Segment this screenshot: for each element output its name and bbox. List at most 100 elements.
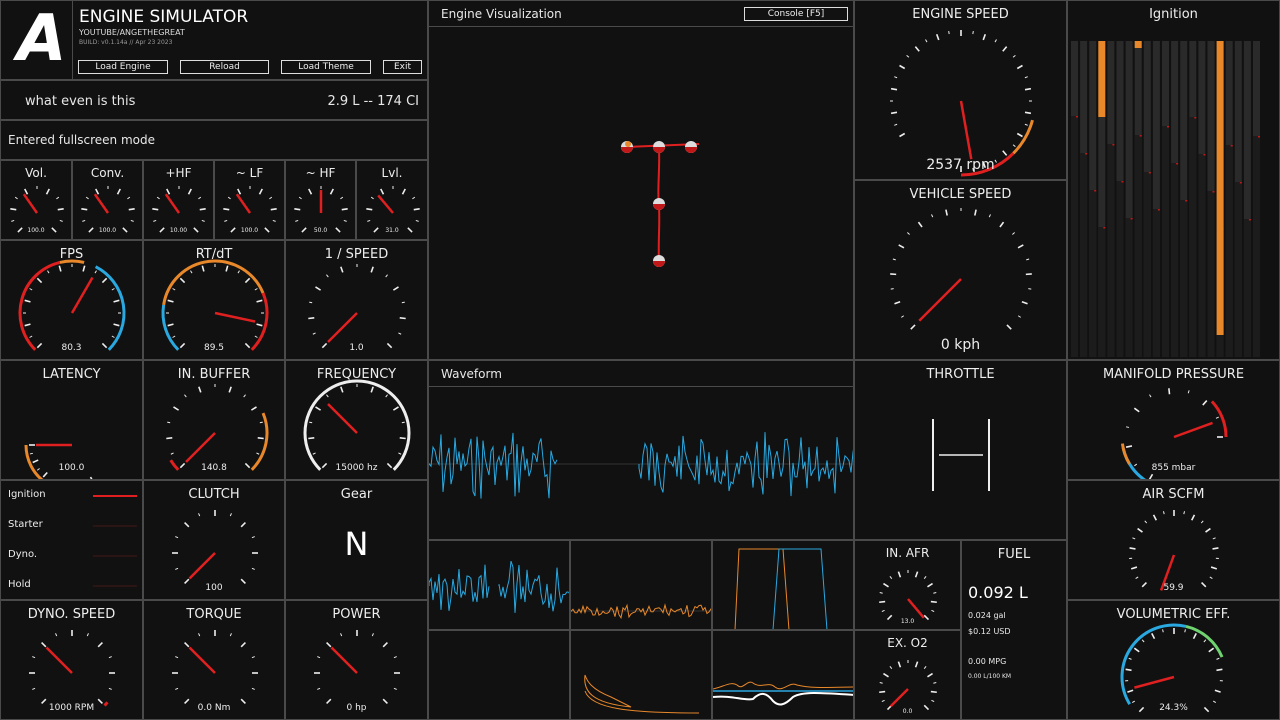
gear-panel: Gear N <box>285 480 428 600</box>
gauge-tick <box>184 522 190 528</box>
gauge-value: 89.5 <box>203 343 225 353</box>
audio-gauge-hf[interactable]: ~ HF 50.0 <box>285 160 356 240</box>
load-engine-button[interactable]: Load Engine <box>78 60 168 74</box>
gauge-dial <box>879 660 937 711</box>
gauge-tick <box>901 315 905 318</box>
gauge-value: 855 mbar <box>1151 463 1196 473</box>
speed-ratio-gauge-panel: 1 / SPEED 1.0 <box>285 240 428 360</box>
reload-button[interactable]: Reload <box>180 60 269 74</box>
gauge-tick <box>308 437 315 440</box>
ignition-spark-mark <box>1239 182 1242 184</box>
engine-visualization-panel[interactable]: Engine Visualization Console [F5] <box>428 0 854 360</box>
latency-gauge-panel: LATENCY 100.0 <box>0 360 143 480</box>
gauge-tick <box>308 317 315 320</box>
gauge-tick <box>167 323 174 327</box>
audio-gauge-lvl[interactable]: Lvl. 31.0 <box>356 160 428 240</box>
gauge-tick <box>401 421 405 424</box>
in-afr-panel: IN. AFR 13.0 <box>854 540 961 630</box>
gauge-tick <box>1129 547 1136 550</box>
audio-gauge-lf[interactable]: ~ LF 100.0 <box>214 160 285 240</box>
ignition-bar-shade <box>1207 191 1215 357</box>
volumetric-eff-panel: VOLUMETRIC EFF. 24.3% <box>1067 600 1280 720</box>
gauge-tick <box>1128 657 1132 660</box>
gauge-dial <box>890 30 1034 177</box>
gauge-tick <box>259 421 263 424</box>
throttle-indicator <box>932 419 990 491</box>
power-panel: POWER 0 hp <box>285 600 428 720</box>
gauge-dial <box>1120 623 1224 713</box>
gauge-tick <box>256 299 263 303</box>
load-theme-button[interactable]: Load Theme <box>281 60 371 74</box>
scope-5 <box>570 630 712 720</box>
gauge-needle <box>1134 675 1175 689</box>
gauge-tick <box>340 386 344 393</box>
gauge-band <box>59 259 85 264</box>
ignition-spark-mark <box>1139 135 1142 137</box>
gauge-needle <box>235 193 252 214</box>
gauge-tick <box>57 207 64 211</box>
gauge-tick <box>201 265 205 272</box>
audio-gauge-vol[interactable]: Vol. 100.0 <box>0 160 72 240</box>
gauge-tick <box>1137 527 1143 533</box>
ignition-spark-mark <box>1230 145 1233 147</box>
gauge-tick <box>116 188 121 195</box>
gauge-tick <box>933 592 937 594</box>
gauge-tick <box>1017 244 1024 249</box>
header-panel: A ENGINE SIMULATOR YOUTUBE/ANGETHEGREAT … <box>0 0 428 80</box>
gauge-tick <box>879 682 883 684</box>
gauge-tick <box>315 286 322 291</box>
gauge-tick <box>1184 629 1186 633</box>
gauge-tick <box>128 207 135 211</box>
gauge-tick <box>1133 647 1140 653</box>
fuel-mpg: 0.00 MPG <box>968 657 1007 666</box>
fuel-cost: $0.12 USD <box>968 627 1011 636</box>
gauge-needle <box>918 278 962 322</box>
gauge-tick <box>917 221 923 228</box>
gauge-tick <box>223 207 230 211</box>
gauge-tick <box>972 30 974 35</box>
gauge-tick <box>14 196 18 200</box>
gauge-tick <box>1216 668 1223 672</box>
ignition-spark-mark <box>1176 163 1179 165</box>
gauge-tick <box>127 196 131 200</box>
audio-gauge-conv[interactable]: Conv. 100.0 <box>72 160 143 240</box>
gauge-tick <box>229 633 232 637</box>
gauge-tick <box>86 633 89 637</box>
gauge-tick <box>914 661 919 668</box>
gauge-tick <box>24 188 29 195</box>
ignition-spark-mark <box>1076 116 1078 118</box>
gauge-tick <box>927 672 933 678</box>
gauge-tick <box>172 335 176 338</box>
gauge-tick <box>251 536 255 539</box>
gauge-tick <box>910 324 916 330</box>
gauge-tick <box>1215 416 1219 419</box>
gauge-tick <box>173 406 180 411</box>
gauge-tick <box>190 270 193 274</box>
gauge-tick <box>237 270 240 274</box>
audio-gauge-hf-plus[interactable]: +HF 10.00 <box>143 160 214 240</box>
gauge-tick <box>97 642 103 648</box>
gauge-value: 31.0 <box>385 227 399 234</box>
exit-button[interactable]: Exit <box>383 60 422 74</box>
gauge-tick <box>899 64 906 70</box>
gauge-tick <box>270 207 277 211</box>
gauge-tick <box>24 323 31 327</box>
gauge-tick <box>41 642 47 648</box>
gauge-tick <box>326 394 329 398</box>
gauge-tick <box>59 219 63 222</box>
ex-o2-dial <box>879 660 937 711</box>
gauge-value: 50.0 <box>313 227 328 234</box>
gauge-tick <box>1132 537 1136 540</box>
gauge-tick <box>269 196 273 200</box>
gauge-tick <box>1016 64 1023 70</box>
gauge-tick <box>1133 407 1140 413</box>
gauge-tick <box>201 219 205 222</box>
ignition-panel: Ignition <box>1067 0 1280 360</box>
ignition-spark-mark <box>1130 218 1133 220</box>
gauge-tick <box>175 687 179 690</box>
gauge-needle <box>214 311 256 323</box>
engine-drawing <box>621 141 700 267</box>
gauge-tick <box>309 421 313 424</box>
rtdt-gauge-panel: RT/dT 89.5 <box>143 240 285 360</box>
gauge-needle <box>377 194 394 214</box>
